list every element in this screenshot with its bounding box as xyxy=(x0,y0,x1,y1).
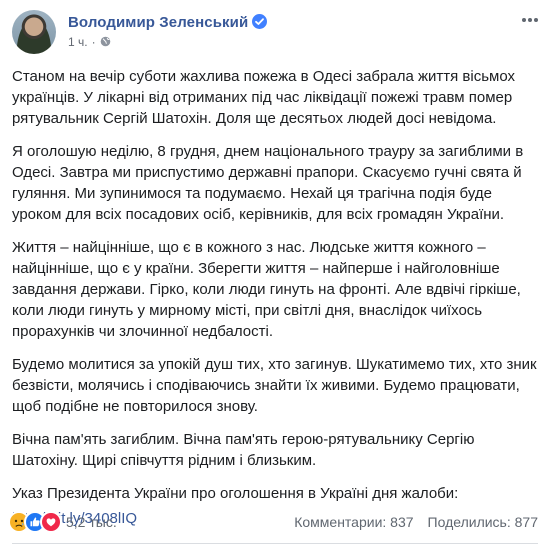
meta-separator: · xyxy=(91,35,96,49)
author-avatar[interactable] xyxy=(12,10,56,54)
post-body: Станом на вечір суботи жахлива пожежа в … xyxy=(12,66,542,529)
author-name[interactable]: Володимир Зеленський xyxy=(68,14,248,31)
author-name-row: Володимир Зеленський xyxy=(68,14,268,31)
post-paragraph: Життя – найцінніше, що є в кожного з нас… xyxy=(12,239,521,340)
verified-badge-icon xyxy=(252,14,268,29)
engagement-stats: Комментарии: 837 Поделились: 877 xyxy=(294,514,538,530)
post-timestamp[interactable]: 1 ч. xyxy=(68,35,88,49)
footer-divider xyxy=(12,543,538,544)
comments-count-link[interactable]: Комментарии: 837 xyxy=(294,514,413,530)
post-paragraph: Я оголошую неділю, 8 грудня, днем націон… xyxy=(12,143,524,223)
post-header: Володимир Зеленський 1 ч. · xyxy=(12,10,542,56)
post-paragraph: Указ Президента України про оголошення в… xyxy=(12,485,459,502)
post-meta: 1 ч. · xyxy=(68,35,111,49)
globe-icon[interactable] xyxy=(100,36,111,47)
facebook-post: Володимир Зеленський 1 ч. · Станом на веч… xyxy=(0,0,550,547)
post-footer: 5,2 тыс. Комментарии: 837 Поделились: 877 xyxy=(8,509,542,535)
more-options-icon[interactable] xyxy=(520,14,540,26)
post-paragraph: Будемо молитися за упокій душ тих, хто з… xyxy=(12,356,537,415)
post-paragraph: Станом на вечір суботи жахлива пожежа в … xyxy=(12,68,516,127)
love-reaction-icon xyxy=(40,511,62,533)
post-paragraph: Вічна пам'ять загиблим. Вічна пам'ять ге… xyxy=(12,431,475,469)
reaction-count: 5,2 тыс. xyxy=(66,514,117,530)
shares-count-link[interactable]: Поделились: 877 xyxy=(428,514,538,530)
